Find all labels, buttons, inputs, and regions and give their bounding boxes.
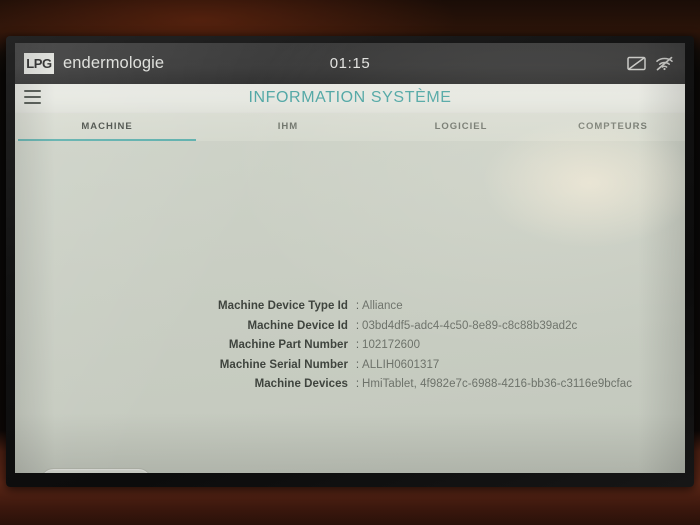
tab-logiciel[interactable]: LOGICIEL	[381, 113, 541, 141]
info-separator: :	[355, 358, 360, 371]
content-area: Machine Device Type Id : Alliance Machin…	[15, 141, 685, 473]
photo-backdrop: LPG endermologie 01:15 INFORMATION SYSTÈ…	[0, 0, 700, 525]
info-label: Machine Serial Number	[219, 358, 348, 371]
info-value: HmiTablet, 4f982e7c-6988-4216-bb36-c3116…	[362, 378, 633, 390]
info-value: 03bd4df5-adc4-4c50-8e89-c8c88b39ad2c	[362, 319, 578, 332]
wifi-off-icon	[655, 56, 674, 71]
info-value: 102172600	[362, 339, 421, 351]
table-row: Machine Serial Number : ALLIH0601317	[15, 359, 685, 379]
app-title-bar: INFORMATION SYSTÈME	[15, 84, 685, 113]
table-row: Machine Devices : HmiTablet, 4f982e7c-69…	[15, 378, 685, 398]
status-clock: 01:15	[329, 55, 371, 72]
info-label: Machine Part Number	[228, 339, 348, 351]
tablet-screen: LPG endermologie 01:15 INFORMATION SYSTÈ…	[15, 43, 685, 473]
back-button[interactable]: PRÉCÉDENT	[40, 468, 152, 473]
tab-compteurs[interactable]: COMPTEURS	[543, 113, 683, 141]
info-separator: :	[355, 378, 360, 390]
info-separator: :	[355, 300, 360, 312]
tab-ihm[interactable]: IHM	[199, 113, 377, 141]
table-row: Machine Part Number : 102172600	[15, 339, 685, 359]
tab-bar: MACHINE IHM LOGICIEL COMPTEURS	[15, 113, 685, 141]
cast-off-icon	[627, 56, 646, 71]
system-info-table: Machine Device Type Id : Alliance Machin…	[15, 300, 685, 398]
info-value: ALLIH0601317	[362, 358, 440, 371]
info-separator: :	[355, 319, 360, 332]
page-title: INFORMATION SYSTÈME	[248, 89, 452, 106]
status-icon-group	[627, 56, 674, 71]
status-bar: LPG endermologie 01:15	[15, 43, 685, 84]
info-value: Alliance	[362, 300, 403, 312]
active-tab-indicator	[18, 139, 196, 141]
info-label: Machine Device Id	[247, 319, 348, 332]
table-row: Machine Device Id : 03bd4df5-adc4-4c50-8…	[15, 320, 685, 340]
table-row: Machine Device Type Id : Alliance	[15, 300, 685, 320]
info-label: Machine Devices	[254, 378, 348, 390]
tablet-bezel: LPG endermologie 01:15 INFORMATION SYSTÈ…	[6, 36, 694, 487]
tab-machine[interactable]: MACHINE	[18, 113, 196, 141]
info-label: Machine Device Type Id	[218, 300, 348, 312]
info-separator: :	[355, 339, 360, 351]
